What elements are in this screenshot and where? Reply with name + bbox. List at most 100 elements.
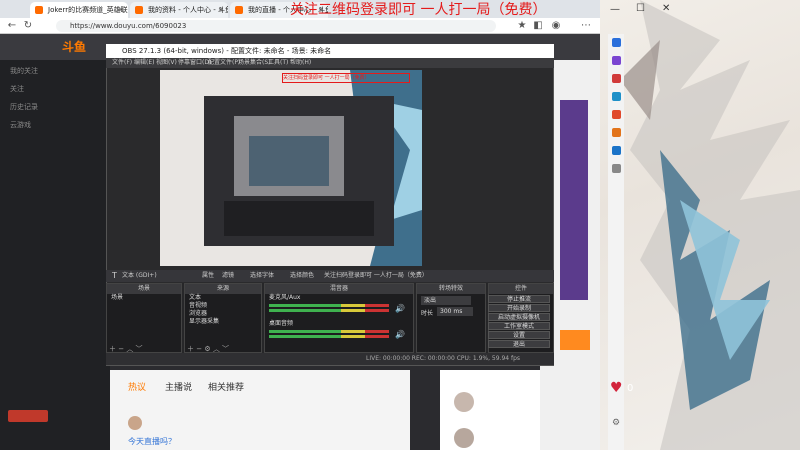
audio-meter — [269, 335, 389, 338]
tab-recommend[interactable]: 相关推荐 — [208, 380, 244, 393]
menu-icon[interactable]: ⋯ — [580, 20, 592, 32]
question-text[interactable]: 今天直播吗？ — [128, 436, 176, 447]
tab-anchor[interactable]: 主播说 — [165, 380, 192, 393]
tab-hot[interactable]: 热议 — [128, 380, 146, 393]
source-text-value[interactable]: 关注扫码登录即可 一人打一局（免费） — [324, 270, 524, 282]
douyu-favicon-icon — [135, 6, 143, 14]
mixer-track-label: 麦克风/Aux — [269, 294, 301, 301]
preview-text-source[interactable]: 关注扫码登录即可 一人打一局（免费） — [282, 73, 410, 83]
heart-icon[interactable]: ♥ — [610, 380, 623, 396]
mixer-track-label: 桌面音频 — [269, 320, 294, 327]
select-font-button[interactable]: 选择字体 — [250, 270, 274, 282]
start-recording-button[interactable]: 开始录制 — [488, 304, 550, 312]
dock-title: 控件 — [489, 284, 553, 294]
avatar[interactable] — [454, 428, 474, 448]
mixer-dock: 混音器 麦克风/Aux 🔊 桌面音频 🔊 — [264, 283, 414, 353]
outlook-icon[interactable] — [612, 128, 621, 137]
heart-count: 0 — [627, 383, 634, 394]
sidebar-item[interactable]: 我的关注 — [10, 66, 38, 76]
sources-dock: 来源 文本 音视频 浏览器 显示器采集 ＋ − ⚙ ︿ ﹀ — [184, 283, 262, 353]
obs-title-bar: OBS 27.1.3 (64-bit, windows) - 配置文件: 未命名… — [106, 44, 554, 58]
stop-streaming-button[interactable]: 停止推流 — [488, 295, 550, 303]
transition-select[interactable]: 淡出 — [421, 296, 471, 305]
studio-mode-button[interactable]: 工作室模式 — [488, 322, 550, 330]
menu-item[interactable]: 编辑(E) — [134, 58, 154, 68]
status-text: LIVE: 00:00:00 REC: 00:00:00 CPU: 1.9%, … — [366, 355, 521, 362]
menu-item[interactable]: 工具(T) — [268, 58, 288, 68]
speaker-icon[interactable]: 🔊 — [395, 304, 405, 313]
douyu-favicon-icon — [35, 6, 43, 14]
source-item[interactable]: 音视频 — [185, 302, 261, 310]
select-color-button[interactable]: 选择颜色 — [290, 270, 314, 282]
dock-title: 转场特效 — [417, 284, 485, 294]
browser-tab[interactable]: 我的资料 - 个人中心 - 斗鱼 ✕ — [130, 2, 228, 18]
window-controls: — ☐ ✕ — [600, 0, 800, 34]
settings-icon[interactable]: ⚙ — [612, 418, 620, 428]
settings-button[interactable]: 设置 — [488, 331, 550, 339]
nested-screen-graphic — [204, 96, 394, 246]
filters-button[interactable]: 滤镜 — [222, 270, 234, 282]
sidebar-item[interactable]: 历史记录 — [10, 102, 38, 112]
close-icon[interactable]: ✕ — [662, 3, 670, 14]
overlay-banner-text: 关注二维码登录即可 一人打一局（免费） — [290, 2, 547, 18]
source-item[interactable]: 显示器采集 — [185, 318, 261, 326]
tab-label: Jokerr的比赛频道_英雄联盟直播_斗... — [48, 6, 128, 14]
menu-item[interactable]: 停靠窗口(D) — [178, 58, 211, 68]
menu-item[interactable]: 场景集合(S) — [238, 58, 271, 68]
douyu-logo[interactable]: 斗鱼 — [62, 38, 86, 55]
refresh-icon[interactable]: ↻ — [22, 20, 34, 32]
obs-status-bar: LIVE: 00:00:00 REC: 00:00:00 CPU: 1.9%, … — [106, 353, 554, 365]
app-icon[interactable] — [612, 146, 621, 155]
selected-source-name: 文本 (GDI+) — [122, 272, 157, 279]
menu-item[interactable]: 文件(F) — [112, 58, 132, 68]
sidebar-item[interactable]: 云游戏 — [10, 120, 31, 130]
close-icon[interactable]: ✕ — [118, 2, 124, 18]
audio-meter — [269, 309, 389, 312]
browser-tab[interactable]: Jokerr的比赛频道_英雄联盟直播_斗... ✕ — [30, 2, 128, 18]
url-field[interactable]: https://www.douyu.com/6090023 — [56, 20, 496, 32]
extensions-icon[interactable]: ◧ — [532, 20, 544, 32]
scene-item[interactable]: 场景 — [107, 294, 181, 302]
avatar[interactable] — [454, 392, 474, 412]
transitions-dock: 转场特效 淡出 时长 300 ms — [416, 283, 486, 353]
sidebar-item[interactable]: 关注 — [10, 84, 24, 94]
search-icon[interactable] — [612, 38, 621, 47]
obs-menu-bar: 文件(F) 编辑(E) 视图(V) 停靠窗口(D) 配置文件(P) 场景集合(S… — [106, 58, 554, 68]
avatar[interactable] — [128, 416, 142, 430]
shopping-icon[interactable] — [612, 74, 621, 83]
menu-item[interactable]: 视图(V) — [156, 58, 177, 68]
scenes-dock: 场景 场景 ＋ − ︿ ﹀ — [106, 283, 182, 353]
virtual-camera-button[interactable]: 启动虚拟摄像机 — [488, 313, 550, 321]
orange-button[interactable] — [560, 330, 590, 350]
dock-title: 来源 — [185, 284, 261, 294]
audio-meter — [269, 330, 389, 333]
douyu-favicon-icon — [235, 6, 243, 14]
source-item[interactable]: 浏览器 — [185, 310, 261, 318]
address-bar: ← ↻ https://www.douyu.com/6090023 ★ ◧ ◉ … — [0, 18, 600, 34]
duration-input[interactable]: 300 ms — [437, 307, 473, 316]
audio-meter — [269, 304, 389, 307]
menu-item[interactable]: 帮助(H) — [290, 58, 311, 68]
red-button[interactable] — [8, 410, 48, 422]
add-icon[interactable] — [612, 164, 621, 173]
obs-source-toolbar: T 文本 (GDI+) 属性 滤镜 选择字体 选择颜色 关注扫码登录即可 一人打… — [106, 270, 554, 282]
exit-button[interactable]: 退出 — [488, 340, 550, 348]
source-item[interactable]: 文本 — [185, 294, 261, 302]
nested-obs-preview — [204, 96, 394, 246]
menu-item[interactable]: 配置文件(P) — [208, 58, 240, 68]
back-icon[interactable]: ← — [6, 20, 18, 32]
minimize-icon[interactable]: — — [610, 4, 620, 15]
duration-label: 时长 — [421, 310, 434, 317]
tools-icon[interactable] — [612, 92, 621, 101]
promo-banner[interactable] — [560, 100, 588, 300]
speaker-icon[interactable]: 🔊 — [395, 330, 405, 339]
properties-button[interactable]: 属性 — [202, 270, 214, 282]
recommend-list — [440, 370, 540, 450]
profile-icon[interactable]: ◉ — [550, 20, 562, 32]
close-icon[interactable]: ✕ — [218, 2, 224, 18]
star-icon[interactable]: ★ — [516, 20, 528, 32]
collections-icon[interactable] — [612, 56, 621, 65]
dock-title: 场景 — [107, 284, 181, 294]
maximize-icon[interactable]: ☐ — [636, 3, 645, 14]
office-icon[interactable] — [612, 110, 621, 119]
